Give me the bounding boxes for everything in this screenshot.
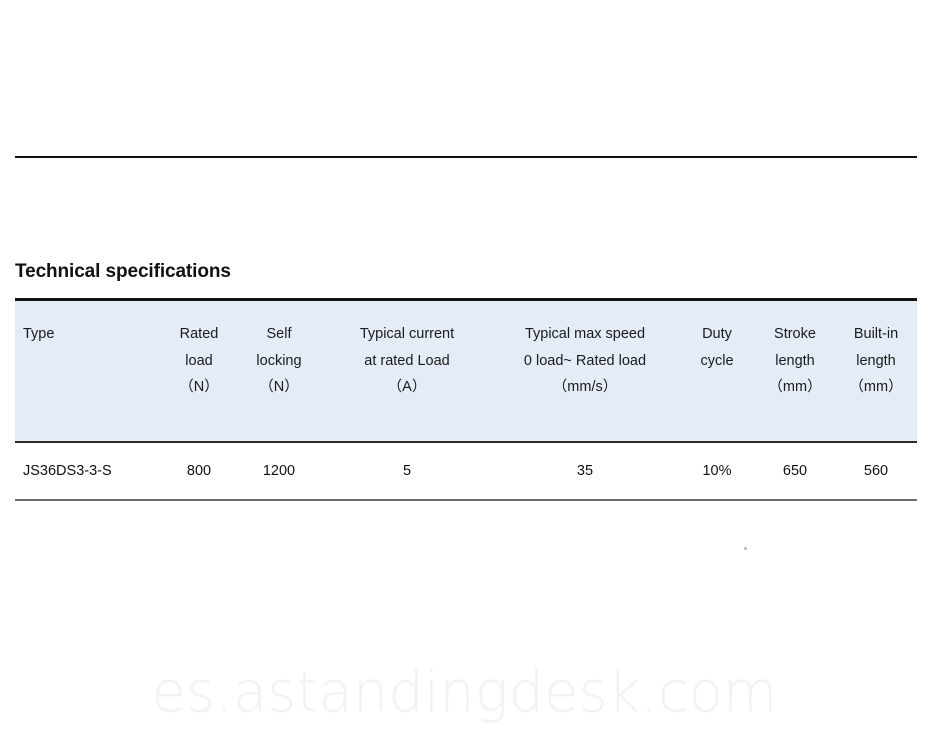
cell-stroke-length: 650	[755, 442, 835, 501]
column-header-self-locking-line-1: Self	[266, 326, 292, 342]
document-page: Technical specifications Type Rated load…	[0, 0, 929, 735]
column-header-self-locking: Self locking （N）	[235, 298, 323, 443]
column-header-builtin-length-line-2: length	[856, 352, 896, 369]
column-header-stroke-length-unit: （mm）	[768, 379, 822, 395]
cell-builtin-length: 560	[835, 442, 917, 501]
column-header-typical-max-speed-line-1: Typical max speed	[524, 326, 646, 342]
table-header-row: Type Rated load （N） Self locking （N） Typ…	[15, 298, 917, 443]
column-header-rated-load-line-2: load	[185, 352, 213, 369]
column-header-duty-cycle-line-2: cycle	[700, 352, 734, 369]
cell-typical-current: 5	[323, 442, 491, 501]
cell-rated-load: 800	[163, 442, 235, 501]
table-header: Type Rated load （N） Self locking （N） Typ…	[15, 298, 917, 443]
column-header-typical-current: Typical current at rated Load （A）	[323, 298, 491, 443]
column-header-duty-cycle-line-1: Duty	[702, 326, 732, 342]
site-watermark: es.astandingdesk.com	[151, 660, 778, 725]
column-header-typical-current-line-2: at rated Load	[364, 352, 450, 369]
page-title: Technical specifications	[15, 261, 231, 282]
scan-artifact-speck	[744, 547, 747, 550]
cell-typical-max-speed: 35	[491, 442, 679, 501]
table-body: JS36DS3-3-S 800 1200 5 35 10% 650 560	[15, 442, 917, 501]
column-header-typical-current-line-1: Typical current	[359, 326, 455, 342]
column-header-stroke-length-line-2: length	[775, 352, 815, 369]
cell-duty-cycle: 10%	[679, 442, 755, 501]
cell-self-locking: 1200	[235, 442, 323, 501]
column-header-type: Type	[15, 298, 163, 443]
column-header-stroke-length: Stroke length （mm）	[755, 298, 835, 443]
column-header-builtin-length: Built-in length （mm）	[835, 298, 917, 443]
column-header-rated-load: Rated load （N）	[163, 298, 235, 443]
column-header-typical-max-speed-line-2: 0 load~ Rated load	[523, 352, 647, 369]
column-header-self-locking-line-2: locking	[256, 352, 302, 369]
top-divider-rule	[15, 156, 917, 158]
column-header-rated-load-line-1: Rated	[179, 326, 219, 342]
cell-type: JS36DS3-3-S	[15, 442, 163, 501]
column-header-builtin-length-unit: （mm）	[849, 379, 903, 395]
column-header-typical-max-speed-unit: （mm/s）	[552, 379, 618, 395]
column-header-type-line-1: Type	[23, 326, 55, 342]
column-header-self-locking-unit: （N）	[259, 379, 299, 395]
table-row: JS36DS3-3-S 800 1200 5 35 10% 650 560	[15, 442, 917, 501]
column-header-rated-load-unit: （N）	[179, 379, 219, 395]
column-header-duty-cycle: Duty cycle	[679, 298, 755, 443]
column-header-builtin-length-line-1: Built-in	[853, 326, 899, 342]
technical-specifications-table: Type Rated load （N） Self locking （N） Typ…	[15, 298, 917, 501]
column-header-typical-max-speed: Typical max speed 0 load~ Rated load （mm…	[491, 298, 679, 443]
column-header-stroke-length-line-1: Stroke	[774, 326, 816, 342]
column-header-typical-current-unit: （A）	[387, 379, 427, 395]
